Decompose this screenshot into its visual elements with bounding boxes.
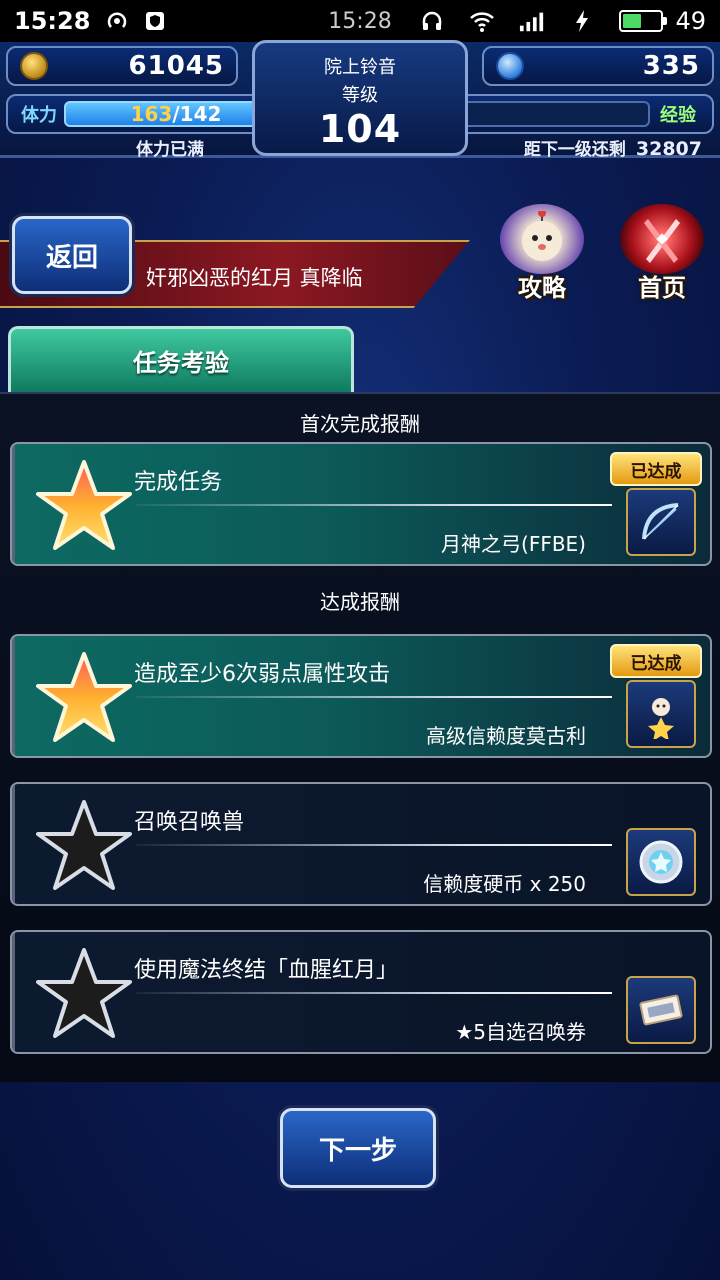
stamina-max: /142 [172, 102, 222, 126]
exp-remaining-label: 距下一级还剩 [523, 140, 626, 160]
battery-icon [619, 10, 668, 32]
wifi-icon [469, 8, 495, 34]
mission-card: 造成至少6次弱点属性攻击 高级信赖度莫古利 已达成 [10, 634, 712, 758]
mission-list: 首次完成报酬 完成任务 月神之弓(FFBE) 已达成 达成报酬 造成至少6次弱点… [0, 392, 720, 1082]
exp-remaining-value: 32807 [635, 138, 702, 160]
headphones-icon [419, 8, 445, 34]
next-button[interactable]: 下一步 [280, 1108, 436, 1188]
mission-title: 造成至少6次弱点属性攻击 [134, 662, 390, 687]
level-value: 104 [318, 107, 402, 151]
guide-label: 攻略 [518, 274, 566, 302]
status-bar: 15:28 15:28 49 [0, 0, 720, 42]
home-label: 首页 [638, 274, 686, 302]
gem-panel[interactable]: 335 [482, 46, 714, 86]
ticket-icon[interactable] [626, 976, 696, 1044]
coin-icon[interactable] [626, 828, 696, 896]
level-label: 等级 [342, 85, 378, 106]
section-first-clear: 首次完成报酬 [300, 412, 420, 436]
charging-icon [569, 8, 595, 34]
quest-title: 奸邪凶恶的红月 真降临 [146, 266, 363, 290]
back-button[interactable]: 返回 [12, 216, 132, 294]
level-box: 院上铃音 等级 104 [252, 40, 468, 156]
mission-title: 使用魔法终结「血腥红月」 [134, 958, 399, 983]
mission-divider [136, 696, 612, 698]
moogle-icon [500, 204, 584, 274]
moogle-icon[interactable] [626, 680, 696, 748]
mission-divider [136, 504, 612, 506]
stamina-status: 体力已满 [136, 140, 204, 160]
gem-amount: 335 [642, 51, 700, 81]
stamina-label: 体力 [21, 105, 57, 126]
mission-card: 完成任务 月神之弓(FFBE) 已达成 [10, 442, 712, 566]
battery-level: 49 [675, 7, 706, 35]
stamina-current: 163 [130, 102, 173, 126]
star-icon [36, 650, 132, 746]
mission-reward: 高级信赖度莫古利 [426, 724, 586, 748]
guide-button[interactable]: 攻略 [490, 204, 594, 304]
game-header: 61045 335 体力 163/142 经验 体力已满 距下一级还剩 32807… [0, 40, 720, 160]
lapis-gem-icon [496, 52, 524, 80]
mission-card: 召唤召唤兽 信赖度硬币 x 250 [10, 782, 712, 906]
exp-label: 经验 [660, 105, 696, 126]
sword-icon [620, 204, 704, 274]
completed-badge: 已达成 [610, 644, 702, 678]
mission-title: 召唤召唤兽 [134, 810, 245, 835]
star-icon [36, 946, 132, 1042]
mission-reward: 信赖度硬币 x 250 [423, 872, 586, 896]
status-right: 49 [419, 7, 706, 35]
tab-mission-trials[interactable]: 任务考验 [8, 326, 354, 392]
mission-reward: ★5自选召唤券 [455, 1020, 586, 1044]
completed-badge: 已达成 [610, 452, 702, 486]
status-time: 15:28 [14, 7, 91, 35]
star-icon [36, 798, 132, 894]
signal-icon [519, 8, 545, 34]
player-name: 院上铃音 [324, 57, 396, 78]
gil-amount: 61045 [128, 51, 224, 81]
mission-divider [136, 992, 612, 994]
gil-panel: 61045 [6, 46, 238, 86]
star-icon [36, 458, 132, 554]
hotspot-icon [104, 8, 130, 34]
shield-icon [142, 8, 168, 34]
mission-reward: 月神之弓(FFBE) [441, 532, 586, 556]
section-achievement: 达成报酬 [320, 590, 400, 614]
gil-coin-icon [20, 52, 48, 80]
mission-title: 完成任务 [134, 470, 223, 495]
mission-card: 使用魔法终结「血腥红月」 ★5自选召唤券 [10, 930, 712, 1054]
exp-remaining: 距下一级还剩 32807 [524, 135, 702, 160]
home-button[interactable]: 首页 [610, 204, 714, 304]
mission-divider [136, 844, 612, 846]
bow-icon[interactable] [626, 488, 696, 556]
